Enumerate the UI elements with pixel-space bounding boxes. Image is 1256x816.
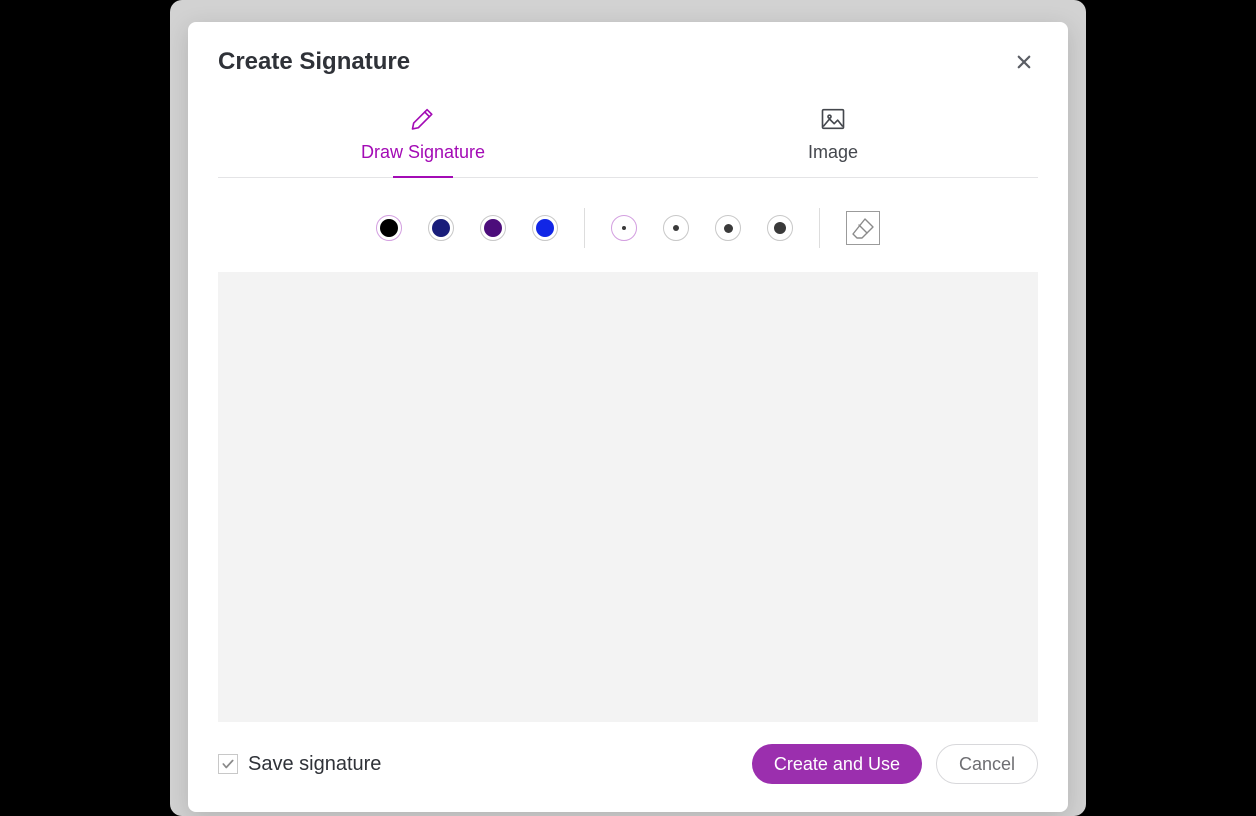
close-icon <box>1015 53 1033 71</box>
thickness-dot <box>774 222 786 234</box>
color-swatch-purple[interactable] <box>480 215 506 241</box>
create-signature-modal: Create Signature Draw Signature <box>188 22 1068 812</box>
eraser-icon <box>851 216 875 240</box>
create-and-use-button[interactable]: Create and Use <box>752 744 922 784</box>
save-signature-label: Save signature <box>248 753 381 776</box>
tab-label: Draw Signature <box>361 142 485 163</box>
swatch-fill <box>432 219 450 237</box>
pencil-icon <box>408 104 438 134</box>
tab-draw-signature[interactable]: Draw Signature <box>218 94 628 177</box>
cancel-button[interactable]: Cancel <box>936 744 1038 784</box>
close-button[interactable] <box>1008 46 1040 78</box>
color-swatch-navy[interactable] <box>428 215 454 241</box>
toolbar-divider <box>584 208 585 248</box>
thickness-picker-group <box>611 215 793 241</box>
color-swatch-blue[interactable] <box>532 215 558 241</box>
tab-label: Image <box>808 142 858 163</box>
drawing-toolbar <box>188 178 1068 272</box>
swatch-fill <box>536 219 554 237</box>
color-picker-group <box>376 215 558 241</box>
thickness-option-12[interactable] <box>767 215 793 241</box>
thickness-dot <box>673 225 679 231</box>
swatch-fill <box>484 219 502 237</box>
signature-tabs: Draw Signature Image <box>218 94 1038 178</box>
modal-footer: Save signature Create and Use Cancel <box>188 722 1068 812</box>
checkbox-box <box>218 754 238 774</box>
image-icon <box>818 104 848 134</box>
modal-header: Create Signature <box>188 22 1068 94</box>
color-swatch-black[interactable] <box>376 215 402 241</box>
signature-drawing-canvas[interactable] <box>218 272 1038 722</box>
thickness-dot <box>724 224 733 233</box>
clear-canvas-button[interactable] <box>846 211 880 245</box>
thickness-option-4[interactable] <box>611 215 637 241</box>
modal-title: Create Signature <box>218 48 410 76</box>
checkmark-icon <box>221 757 235 771</box>
swatch-fill <box>380 219 398 237</box>
thickness-dot <box>622 226 626 230</box>
thickness-option-9[interactable] <box>715 215 741 241</box>
toolbar-divider <box>819 208 820 248</box>
save-signature-checkbox[interactable]: Save signature <box>218 753 381 776</box>
tab-image[interactable]: Image <box>628 94 1038 177</box>
thickness-option-6[interactable] <box>663 215 689 241</box>
